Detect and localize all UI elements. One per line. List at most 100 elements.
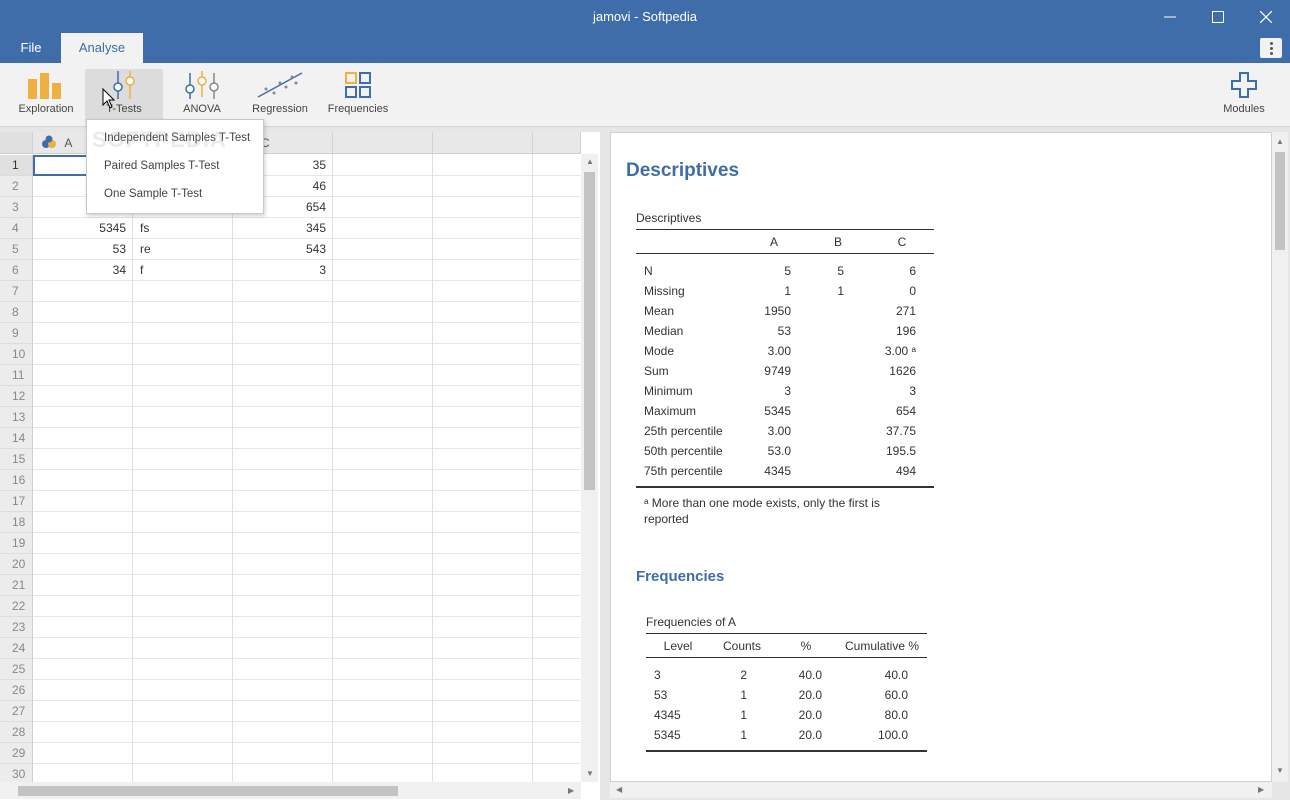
- maximize-button[interactable]: [1194, 0, 1242, 33]
- cell-b[interactable]: fs: [140, 218, 230, 239]
- regression-button[interactable]: Regression: [248, 69, 312, 123]
- desc-value-c: 654: [895, 404, 916, 418]
- desc-row-label: Maximum: [644, 404, 697, 418]
- softpedia-watermark: SOFTPEDIA: [92, 127, 227, 152]
- modules-label: Modules: [1223, 103, 1265, 115]
- row-number[interactable]: 10: [0, 344, 33, 365]
- anova-button[interactable]: ANOVA: [172, 69, 232, 123]
- row-number[interactable]: 4: [0, 218, 33, 239]
- desc-value-c: 1626: [889, 364, 916, 378]
- scroll-down-icon[interactable]: ▼: [1276, 766, 1284, 775]
- row-number[interactable]: 25: [0, 659, 33, 680]
- mouse-cursor-icon: [102, 88, 116, 109]
- row-number[interactable]: 18: [0, 512, 33, 533]
- row-number[interactable]: 6: [0, 260, 33, 281]
- column-header-empty[interactable]: [333, 132, 433, 154]
- modules-button[interactable]: Modules: [1220, 69, 1268, 123]
- desc-value-a: 4345: [764, 464, 791, 478]
- scroll-up-icon[interactable]: ▲: [586, 157, 594, 166]
- row-number[interactable]: 16: [0, 470, 33, 491]
- frequencies-button[interactable]: Frequencies: [326, 69, 390, 123]
- desc-value-a: 3.00: [767, 424, 791, 438]
- row-number[interactable]: 12: [0, 386, 33, 407]
- results-vertical-scrollbar[interactable]: ▲ ▼: [1272, 132, 1288, 782]
- row-number[interactable]: 14: [0, 428, 33, 449]
- exploration-button[interactable]: Exploration: [14, 69, 78, 123]
- row-number[interactable]: 24: [0, 638, 33, 659]
- grid-line: [132, 154, 133, 782]
- sheet-horizontal-scrollbar[interactable]: ▶: [0, 782, 581, 799]
- cell-c[interactable]: 3: [233, 260, 326, 281]
- cell-a[interactable]: 34: [33, 260, 126, 281]
- row-number[interactable]: 28: [0, 722, 33, 743]
- menu-item-paired-samples[interactable]: Paired Samples T-Test: [104, 160, 219, 172]
- freq-cumulative: 80.0: [884, 708, 908, 722]
- freq-level: 53: [654, 688, 668, 702]
- row-number[interactable]: 1: [0, 155, 33, 176]
- row-number[interactable]: 7: [0, 281, 33, 302]
- row-number[interactable]: 27: [0, 701, 33, 722]
- row-number[interactable]: 8: [0, 302, 33, 323]
- desc-col-c: C: [897, 235, 907, 249]
- freq-cumulative: 40.0: [884, 668, 908, 682]
- cell-a[interactable]: 5345: [33, 218, 126, 239]
- pane-splitter[interactable]: [600, 127, 610, 800]
- cell-b[interactable]: re: [140, 239, 230, 260]
- ttests-button[interactable]: T-Tests: [85, 69, 163, 123]
- row-number[interactable]: 20: [0, 554, 33, 575]
- row-number[interactable]: 26: [0, 680, 33, 701]
- row-number[interactable]: 5: [0, 239, 33, 260]
- scroll-up-icon[interactable]: ▲: [1276, 137, 1284, 146]
- desc-row-label: Sum: [644, 364, 669, 378]
- freq-counts: 1: [740, 688, 747, 702]
- column-header-empty[interactable]: [533, 132, 581, 154]
- column-header-empty[interactable]: [433, 132, 533, 154]
- descriptives-footnote-line2: reported: [644, 512, 689, 526]
- desc-row-label: Minimum: [644, 384, 693, 398]
- table-rule: [646, 750, 927, 752]
- desc-value-b: 1: [837, 284, 844, 298]
- row-number[interactable]: 3: [0, 197, 33, 218]
- row-number[interactable]: 11: [0, 365, 33, 386]
- grid-line: [33, 595, 581, 596]
- bar-chart-icon: [28, 73, 61, 99]
- grid-line: [33, 637, 581, 638]
- scroll-thumb[interactable]: [1275, 152, 1285, 250]
- tab-file[interactable]: File: [10, 33, 52, 63]
- row-number[interactable]: 22: [0, 596, 33, 617]
- close-button[interactable]: [1242, 0, 1290, 33]
- scroll-right-icon[interactable]: ▶: [1258, 785, 1264, 794]
- tab-analyse[interactable]: Analyse: [61, 33, 143, 63]
- scroll-thumb[interactable]: [18, 786, 398, 796]
- cell-c[interactable]: 345: [233, 218, 326, 239]
- row-number[interactable]: 15: [0, 449, 33, 470]
- minimize-button[interactable]: [1146, 0, 1194, 33]
- freq-percent: 20.0: [798, 688, 822, 702]
- row-number[interactable]: 9: [0, 323, 33, 344]
- grid-line: [332, 154, 333, 782]
- row-number[interactable]: 19: [0, 533, 33, 554]
- more-options-button[interactable]: [1260, 38, 1282, 58]
- scroll-down-icon[interactable]: ▼: [586, 769, 594, 778]
- results-horizontal-scrollbar[interactable]: ◀ ▶: [610, 782, 1272, 798]
- row-number[interactable]: 23: [0, 617, 33, 638]
- scroll-right-icon[interactable]: ▶: [568, 786, 574, 795]
- freq-level: 5345: [654, 728, 681, 742]
- scroll-left-icon[interactable]: ◀: [616, 785, 622, 794]
- row-number[interactable]: 17: [0, 491, 33, 512]
- scroll-thumb[interactable]: [584, 172, 595, 490]
- row-number[interactable]: 21: [0, 575, 33, 596]
- sheet-vertical-scrollbar[interactable]: ▲ ▼: [581, 154, 598, 782]
- cell-b[interactable]: f: [140, 260, 230, 281]
- grid-line: [33, 301, 581, 302]
- grid-line: [33, 511, 581, 512]
- row-number[interactable]: 2: [0, 176, 33, 197]
- row-number[interactable]: 29: [0, 743, 33, 764]
- menu-item-one-sample[interactable]: One Sample T-Test: [104, 188, 202, 200]
- cell-c[interactable]: 543: [233, 239, 326, 260]
- row-number[interactable]: 13: [0, 407, 33, 428]
- desc-row-label: Missing: [644, 284, 685, 298]
- desc-value-b: 5: [837, 264, 844, 278]
- window-title: jamovi - Softpedia: [592, 9, 698, 24]
- cell-a[interactable]: 53: [33, 239, 126, 260]
